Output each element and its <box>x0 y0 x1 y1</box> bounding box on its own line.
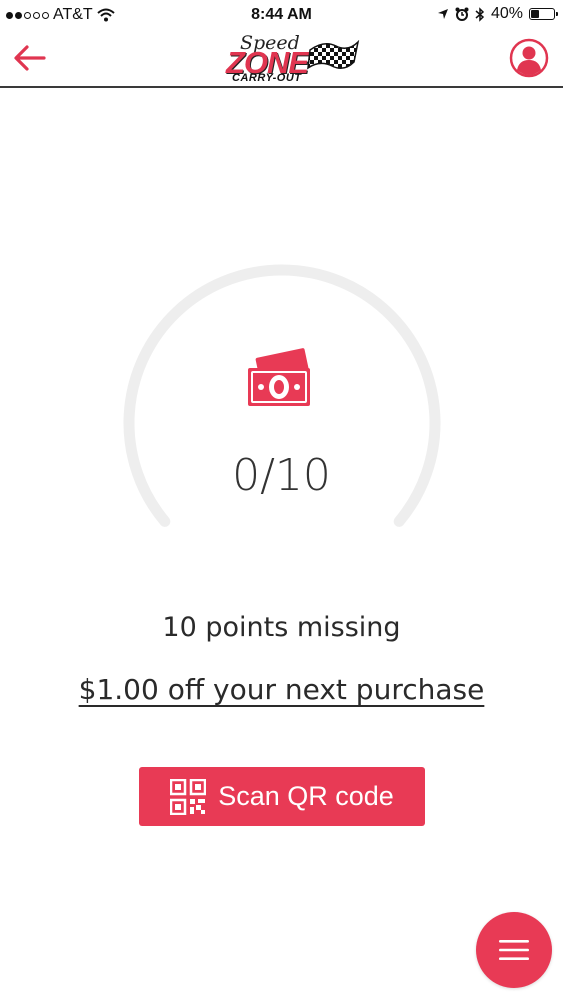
checkered-flag-icon <box>307 40 360 70</box>
profile-button[interactable] <box>509 38 549 78</box>
speedzone-logo: Speed ZONE CARRY-OUT <box>222 32 362 86</box>
points-counter: 0/10 <box>232 450 331 501</box>
arrow-left-icon <box>14 45 46 71</box>
logo-carry-out-text: CARRY-OUT <box>232 72 302 84</box>
bluetooth-icon <box>475 6 485 22</box>
menu-fab-button[interactable] <box>476 912 552 988</box>
scan-qr-button[interactable]: Scan QR code <box>139 767 425 826</box>
qr-code-icon <box>170 778 207 815</box>
status-right: 40% <box>437 5 558 23</box>
user-icon <box>509 38 549 78</box>
scan-qr-label: Scan QR code <box>218 781 394 811</box>
app-header: Speed ZONE CARRY-OUT <box>0 30 563 88</box>
reward-description-link[interactable]: $1.00 off your next purchase <box>0 673 563 706</box>
back-button[interactable] <box>12 42 48 74</box>
battery-percent: 40% <box>490 5 523 22</box>
points-progress-ring <box>123 264 441 527</box>
hamburger-menu-icon <box>499 940 529 960</box>
points-missing-text: 10 points missing <box>162 612 401 643</box>
status-bar: AT&T 8:44 AM 40% <box>0 0 563 30</box>
location-arrow-icon <box>437 9 448 19</box>
cash-icon <box>248 348 310 406</box>
battery-icon <box>529 8 558 20</box>
alarm-clock-icon <box>455 7 469 21</box>
